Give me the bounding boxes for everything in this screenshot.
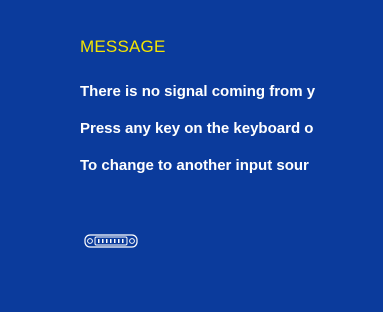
no-signal-osd: MESSAGE There is no signal coming from y… <box>0 0 383 312</box>
message-line-change-input: To change to another input sour <box>80 157 309 174</box>
dvi-connector-icon <box>84 234 138 248</box>
message-line-press-key: Press any key on the keyboard o <box>80 120 314 137</box>
message-title: MESSAGE <box>80 37 166 56</box>
message-line-no-signal: There is no signal coming from y <box>80 83 316 100</box>
